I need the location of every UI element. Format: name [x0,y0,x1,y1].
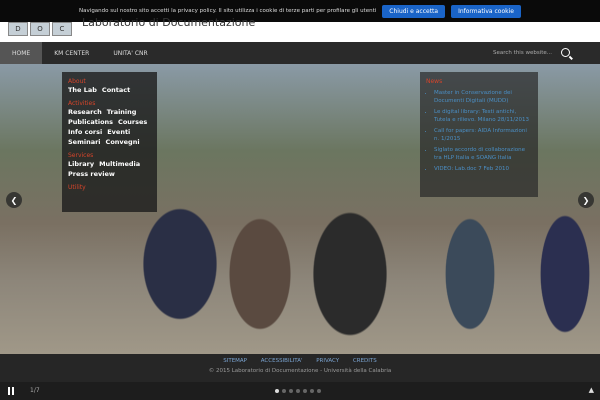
main-nav: HOME KM CENTER UNITA' CNR Search this we… [0,42,600,64]
news-heading: News [426,78,443,85]
expand-up-icon[interactable]: ▲ [589,386,594,394]
footer-credits[interactable]: CREDITS [353,358,377,364]
footer: SITEMAP ACCESSIBILITA' PRIVACY CREDITS ©… [0,354,600,382]
footer-accessibility[interactable]: ACCESSIBILITA' [261,358,303,364]
link[interactable]: Convegni [106,138,140,146]
logo-letter: D [8,22,28,36]
link[interactable]: Seminari [68,138,101,146]
slide-dot[interactable] [296,389,300,393]
slide-counter: 1/7 [30,387,40,394]
site-title: Laboratorio di Documentazione [82,16,256,29]
pause-icon[interactable] [8,387,14,395]
prev-slide-button[interactable]: ❮ [6,192,22,208]
slide-dots [275,389,321,393]
link-contact[interactable]: Contact [102,86,130,94]
footer-sitemap[interactable]: SITEMAP [223,358,247,364]
link[interactable]: Courses [118,118,147,126]
slide-dot[interactable] [317,389,321,393]
link[interactable]: Research [68,108,102,116]
heading-services: Services [68,152,94,159]
footer-privacy[interactable]: PRIVACY [316,358,339,364]
slide-dot[interactable] [275,389,279,393]
accept-cookie-button[interactable]: Chiudi e accetta [382,4,446,18]
slide-dot[interactable] [289,389,293,393]
news-item[interactable]: Le digital library: Testi antichi, Tutel… [434,108,532,124]
link[interactable]: Info corsi [68,128,102,136]
link[interactable]: Multimedia [99,160,140,168]
link-the-lab[interactable]: The Lab [68,86,97,94]
news-item[interactable]: VIDEO: Lab.doc 7 Feb 2010 [434,165,532,173]
link[interactable]: Training [107,108,137,116]
site-header: D O C Laboratorio di Documentazione [0,16,600,42]
cookie-info-button[interactable]: Informativa cookie [451,4,521,18]
link[interactable]: Eventi [107,128,130,136]
news-panel: News Master in Conservazione dei Documen… [420,72,538,197]
nav-unita-cnr[interactable]: UNITA' CNR [101,42,159,64]
logo-letter: C [52,22,72,36]
search-icon[interactable] [561,48,570,57]
copyright: © 2015 Laboratorio di Documentazione - U… [208,368,392,374]
next-slide-button[interactable]: ❯ [578,192,594,208]
link[interactable]: Library [68,160,94,168]
heading-activities: Activities [68,100,96,107]
heading-about: About [68,78,86,85]
nav-km-center[interactable]: KM CENTER [42,42,101,64]
search-input[interactable]: Search this website... [493,42,552,64]
news-item[interactable]: Call for papers: AIDA Informazioni n. 1/… [434,127,532,143]
link[interactable]: Press review [68,170,115,178]
logo[interactable]: D O C [8,22,72,36]
news-item[interactable]: Siglato accordo di collaborazione tra HL… [434,146,532,162]
menu-panel: About The Lab Contact Activities Research… [62,72,157,212]
slide-dot[interactable] [310,389,314,393]
slide-dot[interactable] [282,389,286,393]
news-item[interactable]: Master in Conservazione dei Documenti Di… [434,89,532,105]
heading-utility: Utility [68,184,86,191]
slide-dot[interactable] [303,389,307,393]
link[interactable]: Publications [68,118,113,126]
slider-controls: 1/7 ▲ [0,382,600,400]
logo-letter: O [30,22,50,36]
nav-home[interactable]: HOME [0,42,43,64]
cookie-text: Navigando sul nostro sito accetti la pri… [79,8,377,14]
